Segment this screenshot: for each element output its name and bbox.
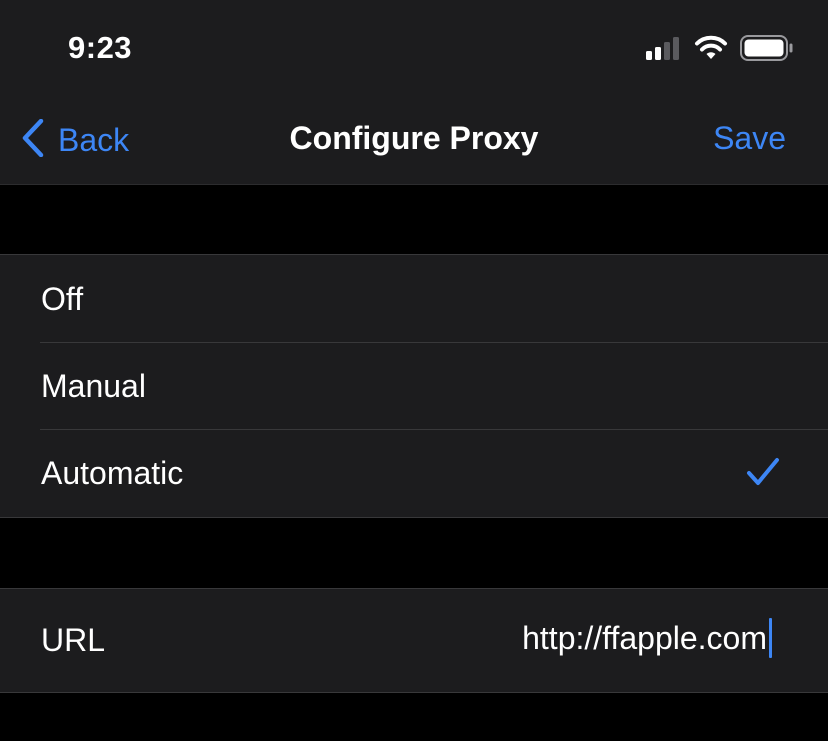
proxy-mode-manual[interactable]: Manual: [0, 342, 828, 429]
status-time: 9:23: [68, 30, 133, 65]
cellular-signal-icon: [646, 36, 682, 65]
url-input[interactable]: http://ffapple.com: [522, 617, 772, 659]
proxy-mode-label: Manual: [41, 368, 146, 404]
navigation-bar: Back Configure Proxy Save: [0, 96, 828, 184]
checkmark-icon: [746, 457, 780, 492]
status-icons: [646, 34, 794, 66]
navbar-divider: [0, 184, 828, 185]
proxy-mode-list: Off Manual Automatic: [0, 254, 828, 518]
battery-icon: [740, 34, 794, 66]
url-label: URL: [41, 622, 106, 658]
wifi-icon: [694, 35, 728, 66]
proxy-mode-label: Automatic: [41, 455, 184, 491]
page-title: Configure Proxy: [289, 120, 539, 156]
save-button[interactable]: Save: [713, 120, 786, 157]
proxy-mode-label: Off: [41, 281, 84, 317]
text-cursor: [769, 618, 772, 658]
url-value: http://ffapple.com: [522, 619, 767, 656]
header-area: 9:23 Back Configure Proxy Save: [0, 0, 828, 184]
proxy-settings-screen: 9:23 Back Configure Proxy Save Off Manua…: [0, 0, 828, 741]
proxy-mode-off[interactable]: Off: [0, 255, 828, 342]
url-group: URL http://ffapple.com: [0, 588, 828, 693]
proxy-mode-automatic[interactable]: Automatic: [0, 429, 828, 516]
